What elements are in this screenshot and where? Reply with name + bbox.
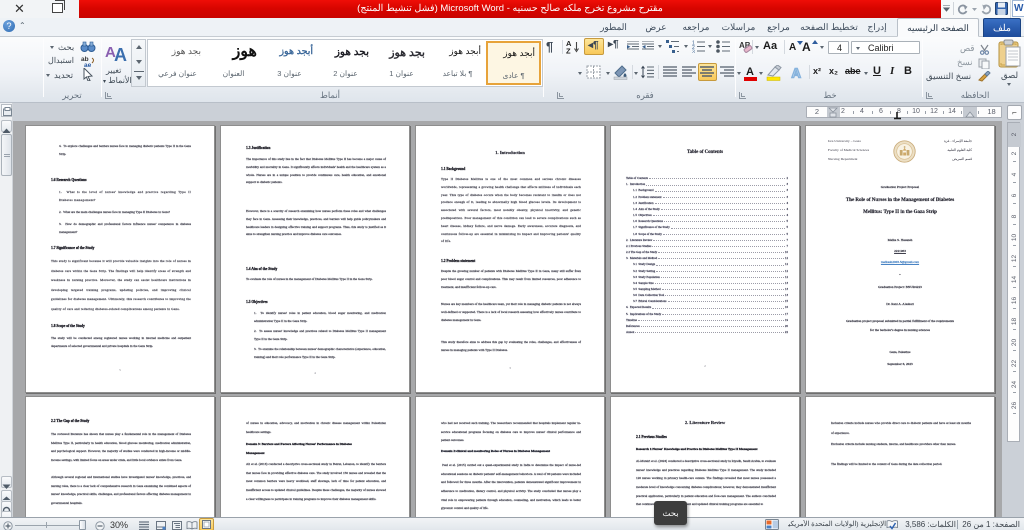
svg-text:ae: ae	[84, 62, 92, 67]
svg-text:Z: Z	[566, 47, 571, 55]
svg-text:A: A	[792, 66, 802, 81]
svg-text:A: A	[114, 45, 127, 63]
svg-text:3: 3	[692, 50, 695, 54]
